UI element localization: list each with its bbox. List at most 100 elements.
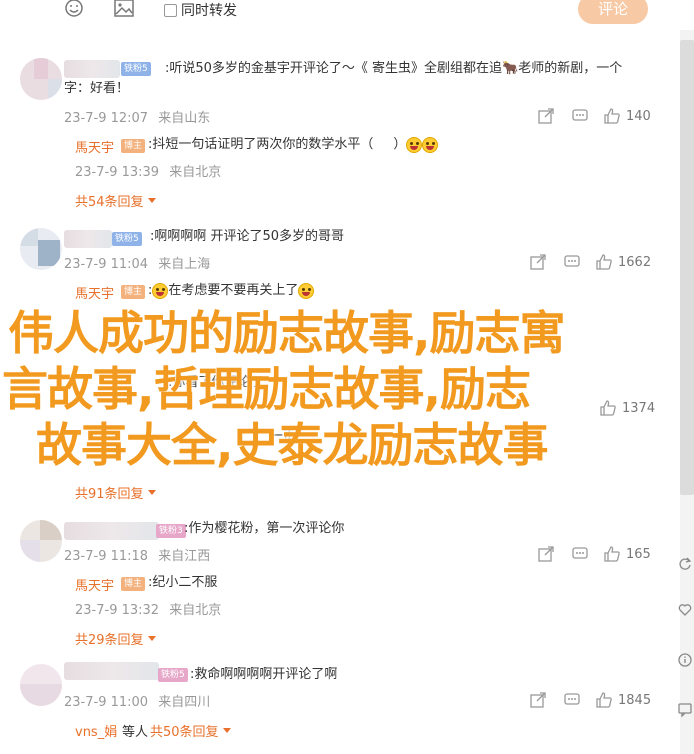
chevron-down-icon [222,728,231,733]
comment-location: 来自江西 [158,549,211,564]
username-blurred[interactable] [64,662,159,680]
info-icon[interactable] [678,652,694,668]
more-replies-link[interactable]: 共54条回复 [75,191,156,210]
fan-badge: 铁粉3 [156,524,186,538]
reply-icon[interactable] [572,108,588,124]
comment-location: 来自上海 [158,257,211,272]
refresh-icon[interactable] [678,556,694,572]
comment-actions: 140 [538,106,651,126]
like-icon[interactable] [604,108,620,124]
more-replies-link[interactable]: 共29条回复 [75,629,156,648]
username-blurred[interactable] [64,522,159,540]
chevron-down-icon [147,198,156,203]
reply-text: : 在考虑要不要再关上了 [148,280,315,302]
image-icon[interactable] [114,0,136,20]
comment-date: 23-7-9 11:04 [64,257,149,272]
more-replies-label: 共29条回复 [75,633,144,648]
comment-meta: 23-7-9 11:00 来自四川 [64,691,210,710]
reply-text-body: :抖短一句话证明了两次你的数学水平（ [148,137,374,152]
comment-date: 23-7-9 11:18 [64,549,149,564]
more-replies-label: 共54条回复 [75,195,144,210]
avatar[interactable] [20,520,62,562]
avatar[interactable] [20,228,62,270]
comment-location: 来自山东 [158,111,211,126]
avatar[interactable] [20,58,62,100]
chevron-down-icon [147,490,156,495]
username-blurred[interactable] [64,230,112,248]
reply-meta: 23-7-9 13:39 来自北京 [75,161,221,180]
reply-text-tail: ） [393,137,407,152]
checkbox-box[interactable] [164,3,177,17]
reply-author[interactable]: 馬天宇 [75,137,114,156]
like-count: 1845 [618,692,652,708]
reply-text: :抖短一句话证明了两次你的数学水平（ ） [148,134,439,156]
author-badge: 博主 [121,285,146,299]
share-icon[interactable] [538,108,554,124]
reply-date: 23-7-9 13:32 [75,603,160,618]
more-replies-link[interactable]: 共91条回复 [75,483,156,502]
reply-suffix: 等人 [122,725,149,740]
more-replies-label: 共91条回复 [75,487,144,502]
reply-author[interactable]: 馬天宇 [75,575,114,594]
reply-author[interactable]: vns_娟 [75,721,117,740]
reply-icon[interactable] [572,546,588,562]
comment-meta: 23-7-9 12:07 来自山东 [64,107,210,126]
reply-location: 来自北京 [169,603,222,618]
overlay-line-2: 言故事,哲理励志故事,励志 [2,362,531,416]
forward-label: 同时转发 [181,3,237,19]
comment-text-cont: 字：好看！ [64,81,130,96]
comment-text: :作为樱花粉，第一次评论你 [184,521,345,536]
scrollbar-thumb[interactable] [680,40,694,495]
reply-icon[interactable] [564,254,580,270]
overlay-line-3: 故事大全,史泰龙励志故事 [36,418,548,472]
reply-meta: 23-7-9 13:32 来自北京 [75,599,221,618]
reply-location: 来自北京 [169,165,222,180]
like-count: 1662 [618,254,652,270]
author-badge: 博主 [121,577,146,591]
share-icon[interactable] [530,692,546,708]
reply-icon[interactable] [564,692,580,708]
author-badge: 博主 [121,139,146,153]
like-icon[interactable] [596,692,612,708]
like-count: 140 [626,108,651,124]
reply-text-tail: 在考虑要不要再关上了 [168,283,299,298]
like-icon[interactable] [604,546,620,562]
fan-badge: 铁粉5 [121,62,151,76]
post-comment-button[interactable]: 评论 [578,0,648,24]
forward-checkbox[interactable]: 同时转发 [164,0,237,20]
like-count: 165 [626,546,651,562]
reply-date: 23-7-9 13:39 [75,165,160,180]
comment-text: :啊啊啊啊 开评论了50多岁的哥哥 [150,229,345,244]
share-icon[interactable] [530,254,546,270]
heart-icon[interactable] [678,602,694,618]
smile-icon[interactable] [64,0,86,20]
comment-text: :听说50多岁的金基宇开评论了～《 寄生虫》全剧组都在追🐂老师的新剧，一个 [165,61,623,76]
reply-text: :纪小二不服 [148,575,218,590]
comment-date: 23-7-9 12:07 [64,111,149,126]
comment-meta: 23-7-9 11:18 来自江西 [64,545,210,564]
overlay-headline: 伟人成功的励志故事,励志寓 言故事,哲理励志故事,励志 故事大全,史泰龙励志故事 [2,305,672,473]
comment-actions: 1662 [530,252,651,272]
fan-badge: 铁粉5 [158,668,188,682]
more-replies-label: 共50条回复 [150,725,219,740]
username-blurred[interactable] [64,60,120,78]
overlay-line-1: 伟人成功的励志故事,励志寓 [8,306,565,360]
more-replies-link[interactable]: 共50条回复 [150,721,231,740]
avatar[interactable] [20,664,62,706]
comment-actions: 165 [538,544,651,564]
like-icon[interactable] [596,254,612,270]
comment-toolbar: 同时转发 评论 [0,0,694,30]
laugh-emoji-icon [422,136,439,153]
comment-actions: 1845 [530,690,651,710]
share-icon[interactable] [538,546,554,562]
reply-author[interactable]: 馬天宇 [75,283,114,302]
comment-meta: 23-7-9 11:04 来自上海 [64,253,210,272]
thinking-emoji-icon [152,282,169,299]
laugh-emoji-icon [406,136,423,153]
chevron-down-icon [147,636,156,641]
comment-location: 来自四川 [158,695,211,710]
comment-date: 23-7-9 11:00 [64,695,149,710]
comment-icon[interactable] [678,702,694,718]
laugh-emoji-icon [298,282,315,299]
comment-text: :救命啊啊啊啊开评论了啊 [190,667,338,682]
